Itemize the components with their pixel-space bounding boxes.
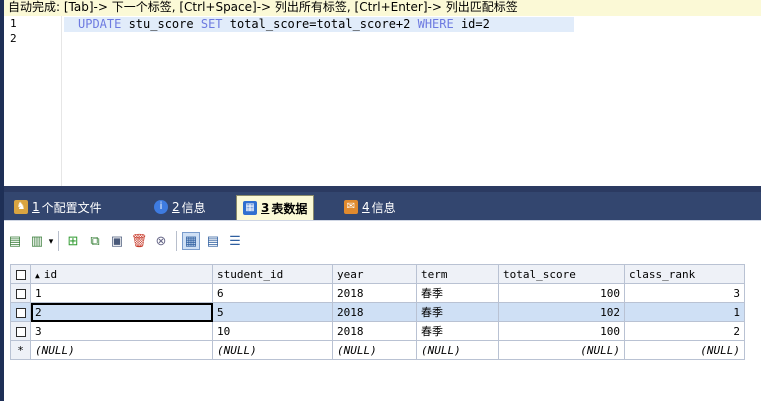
toolbar-divider xyxy=(58,231,59,251)
sql-code-line-1[interactable]: UPDATE stu_score SET total_score=total_s… xyxy=(64,17,574,32)
cell-null[interactable]: (NULL) xyxy=(332,340,417,360)
cell-student-id[interactable]: 5 xyxy=(212,302,333,322)
cell-total-score[interactable]: 100 xyxy=(498,283,625,303)
autocomplete-hint-bar: 自动完成: [Tab]-> 下一个标签, [Ctrl+Space]-> 列出所有… xyxy=(4,0,761,16)
info-icon: i xyxy=(154,200,168,214)
result-data-grid[interactable]: ▲ id student_id year term total_score cla… xyxy=(10,264,745,360)
cell-null[interactable]: (NULL) xyxy=(212,340,333,360)
cell-class-rank[interactable]: 2 xyxy=(624,321,745,341)
column-header-student-id[interactable]: student_id xyxy=(212,264,333,284)
cell-id[interactable]: 1 xyxy=(30,283,213,303)
tab-profile-number: 1 xyxy=(32,200,40,214)
info-message-icon: ✉ xyxy=(344,200,358,214)
cell-null[interactable]: (NULL) xyxy=(416,340,499,360)
row-select-cell[interactable] xyxy=(10,283,31,303)
table-row[interactable]: 3 10 2018 春季 100 2 xyxy=(10,321,745,341)
sql-keyword-set: SET xyxy=(200,17,223,31)
table-row[interactable]: 1 6 2018 春季 100 3 xyxy=(10,283,745,303)
tab-profile-label: 个配置文件 xyxy=(41,200,102,215)
cell-id[interactable]: 3 xyxy=(30,321,213,341)
cell-class-rank[interactable]: 1 xyxy=(624,302,745,322)
cell-student-id[interactable]: 6 xyxy=(212,283,333,303)
new-row[interactable]: * (NULL) (NULL) (NULL) (NULL) (NULL) (NU… xyxy=(10,340,745,360)
row-select-cell[interactable] xyxy=(10,321,31,341)
cell-id-focused[interactable]: 2 xyxy=(30,302,213,322)
grid-view-icon[interactable]: ▦ xyxy=(182,232,200,250)
cell-null[interactable]: (NULL) xyxy=(30,340,213,360)
autocomplete-hint-text: 自动完成: [Tab]-> 下一个标签, [Ctrl+Space]-> 列出所有… xyxy=(8,0,518,14)
tab-messages-number: 4 xyxy=(362,200,370,214)
cell-term[interactable]: 春季 xyxy=(416,321,499,341)
column-header-id[interactable]: ▲ id xyxy=(30,264,213,284)
result-toolbar: ▤ ▥ ▾ ⊞ ⧉ ▣ 🗑 ⊗ ▦ ▤ ☰ xyxy=(4,220,761,262)
tab-table-data[interactable]: ▦ 3 表数据 xyxy=(236,195,315,220)
export-icon[interactable]: ▤ xyxy=(6,232,24,250)
table-data-icon: ▦ xyxy=(243,201,257,215)
save-icon[interactable]: ▣ xyxy=(108,232,126,250)
sql-condition: id=2 xyxy=(453,17,490,31)
row-select-cell[interactable] xyxy=(10,302,31,322)
cell-null[interactable]: (NULL) xyxy=(498,340,625,360)
cell-total-score[interactable]: 100 xyxy=(498,321,625,341)
sql-editor[interactable]: 1 2 UPDATE stu_score SET total_score=tot… xyxy=(4,16,761,186)
row-checkbox[interactable] xyxy=(15,326,26,337)
cell-year[interactable]: 2018 xyxy=(332,283,417,303)
line-number-2: 2 xyxy=(10,32,17,45)
cell-term[interactable]: 春季 xyxy=(416,283,499,303)
form-view-icon[interactable]: ▤ xyxy=(204,232,222,250)
add-row-icon[interactable]: ⊞ xyxy=(64,232,82,250)
sort-ascending-icon: ▲ xyxy=(35,270,40,280)
text-view-icon[interactable]: ☰ xyxy=(226,232,244,250)
select-all-checkbox[interactable] xyxy=(15,269,26,280)
tab-messages[interactable]: ✉ 4 信息 xyxy=(338,196,402,218)
cell-class-rank[interactable]: 3 xyxy=(624,283,745,303)
column-header-term[interactable]: term xyxy=(416,264,499,284)
sql-keyword-where: WHERE xyxy=(417,17,454,31)
duplicate-row-icon[interactable]: ⧉ xyxy=(86,232,104,250)
profile-icon: ♞ xyxy=(14,200,28,214)
column-header-year[interactable]: year xyxy=(332,264,417,284)
grid-header-row: ▲ id student_id year term total_score cla… xyxy=(10,264,745,284)
select-all-cell[interactable] xyxy=(10,264,31,284)
tab-table-data-label: 表数据 xyxy=(271,201,308,216)
row-checkbox[interactable] xyxy=(15,307,26,318)
tab-messages-label: 信息 xyxy=(371,200,396,215)
cell-term[interactable]: 春季 xyxy=(416,302,499,322)
line-number-1: 1 xyxy=(10,17,17,30)
sql-assignment: total_score=total_score+2 xyxy=(222,17,418,31)
tab-info-label: 信息 xyxy=(181,200,206,215)
cell-null[interactable]: (NULL) xyxy=(624,340,745,360)
column-header-class-rank[interactable]: class_rank xyxy=(624,264,745,284)
tab-info-number: 2 xyxy=(172,200,180,214)
discard-icon[interactable]: ⊗ xyxy=(152,232,170,250)
cell-student-id[interactable]: 10 xyxy=(212,321,333,341)
new-row-marker: * xyxy=(10,340,31,360)
column-header-total-score[interactable]: total_score xyxy=(498,264,625,284)
tab-table-data-number: 3 xyxy=(261,201,270,215)
delete-icon[interactable]: 🗑 xyxy=(130,232,148,250)
cell-total-score[interactable]: 102 xyxy=(498,302,625,322)
line-number-gutter: 1 2 xyxy=(4,16,62,186)
cell-year[interactable]: 2018 xyxy=(332,321,417,341)
tab-info[interactable]: i 2 信息 xyxy=(148,196,212,218)
tab-profile[interactable]: ♞ 1 个配置文件 xyxy=(8,196,108,218)
sql-table-name: stu_score xyxy=(121,17,201,31)
toolbar-divider xyxy=(176,231,177,251)
sql-keyword-update: UPDATE xyxy=(78,17,122,31)
table-row-selected[interactable]: 2 5 2018 春季 102 1 xyxy=(10,302,745,322)
result-tab-bar: ♞ 1 个配置文件 i 2 信息 ▦ 3 表数据 ✉ 4 信息 xyxy=(4,192,761,220)
cell-year[interactable]: 2018 xyxy=(332,302,417,322)
row-checkbox[interactable] xyxy=(15,288,26,299)
